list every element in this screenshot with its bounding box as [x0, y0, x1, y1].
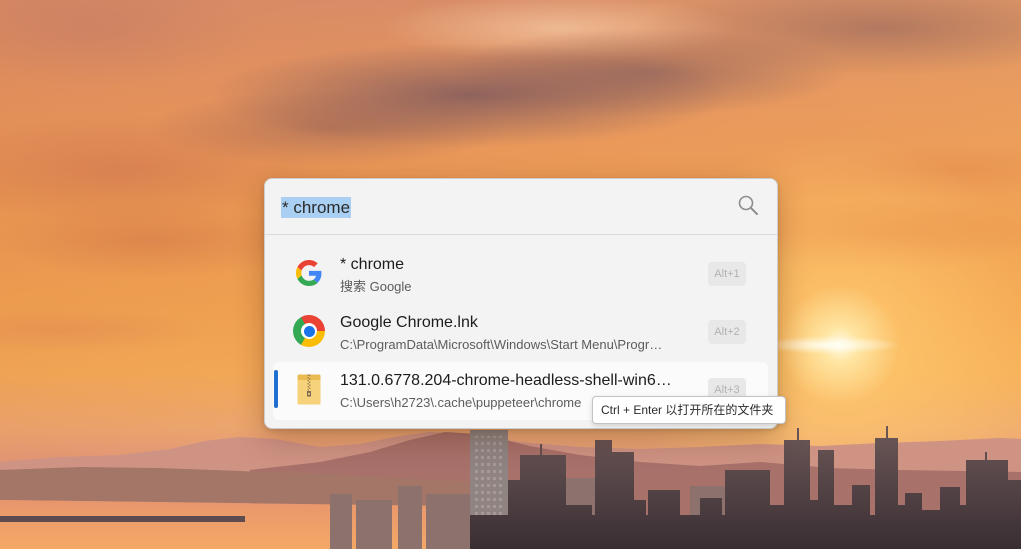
hotkey-badge: Alt+2: [708, 320, 746, 344]
result-item[interactable]: * chrome 搜索 Google Alt+1: [273, 246, 768, 304]
google-g-icon: [293, 257, 325, 289]
google-g-red-segment: [297, 260, 318, 271]
search-bar: * chrome: [265, 179, 777, 234]
results-list: * chrome 搜索 Google Alt+1 Google Chrome.l…: [273, 246, 768, 420]
chrome-icon-segments: [293, 315, 325, 347]
selection-indicator: [274, 370, 278, 408]
google-g-green-segment: [297, 275, 318, 286]
google-g-icon-graphic: [296, 260, 322, 286]
result-text: * chrome 搜索 Google: [340, 255, 692, 296]
launcher-window: * chrome * chrome 搜索 Google Alt+1 Google…: [264, 178, 778, 429]
zip-folder-pull-tab-hole: [308, 392, 310, 395]
tooltip-text: Ctrl + Enter 以打开所在的文件夹: [601, 403, 774, 417]
result-title: Google Chrome.lnk: [340, 314, 478, 331]
search-icon: [738, 195, 758, 215]
pier: [0, 516, 245, 522]
zip-folder-icon-graphic: [297, 374, 321, 405]
zip-folder-icon: [293, 373, 325, 405]
search-input[interactable]: * chrome: [281, 195, 721, 219]
chrome-icon-ring: [301, 323, 317, 339]
chrome-icon: [293, 315, 325, 347]
hotkey-badge: Alt+1: [708, 262, 746, 286]
result-item[interactable]: Google Chrome.lnk C:\ProgramData\Microso…: [273, 304, 768, 362]
search-icon-handle: [749, 206, 758, 215]
result-text: Google Chrome.lnk C:\ProgramData\Microso…: [340, 313, 692, 354]
divider: [265, 234, 777, 235]
chrome-icon-center: [303, 325, 315, 337]
result-subtitle: 搜索 Google: [340, 279, 412, 294]
tooltip: Ctrl + Enter 以打开所在的文件夹: [592, 396, 786, 424]
search-query-text[interactable]: * chrome: [281, 196, 352, 218]
result-title: * chrome: [340, 256, 405, 273]
result-subtitle: C:\ProgramData\Microsoft\Windows\Start M…: [340, 337, 663, 352]
result-title: 131.0.6778.204-chrome-headless-shell-win…: [340, 372, 672, 389]
